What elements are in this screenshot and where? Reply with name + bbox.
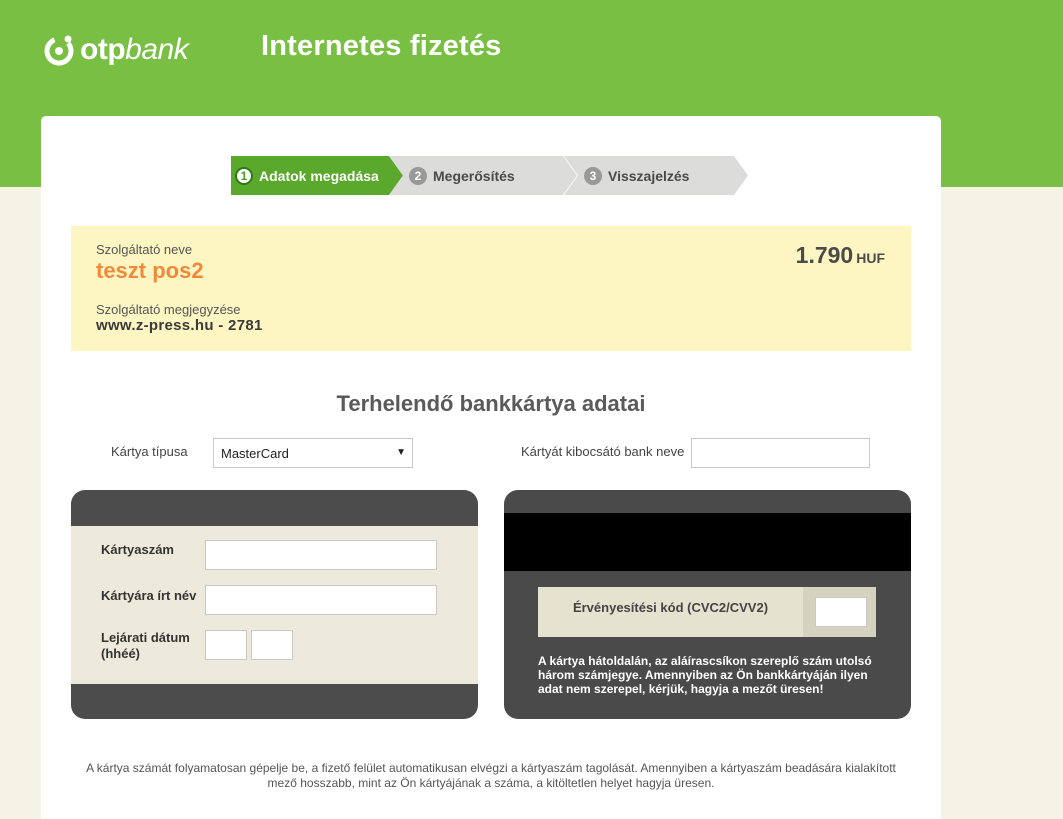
page-title: Internetes fizetés	[261, 30, 502, 62]
expiry-label: Lejárati dátum	[101, 630, 190, 645]
cvc-input[interactable]	[815, 597, 867, 627]
amount-currency: HUF	[856, 250, 885, 266]
card-front: Kártyaszám Kártyára írt név Lejárati dát…	[71, 490, 478, 719]
merchant-info-box: Szolgáltató neve teszt pos2 Szolgáltató …	[71, 226, 911, 351]
card-back: Érvényesítési kód (CVC2/CVV2) A kártya h…	[504, 490, 911, 719]
logo-text: otpbank	[80, 33, 189, 66]
step-feedback: 3 Visszajelzés	[564, 156, 748, 195]
amount-value: 1.790	[795, 242, 854, 268]
expiry-month-input[interactable]	[205, 630, 247, 660]
expiry-format-label: (hhéé)	[101, 646, 140, 661]
issuer-bank-input[interactable]	[691, 438, 870, 468]
payment-panel: 1 Adatok megadása 2 Megerősítés 3 Vissza…	[41, 116, 941, 819]
merchant-name: teszt pos2	[96, 258, 204, 283]
step-confirmation: 2 Megerősítés	[389, 156, 577, 195]
cvc-label: Érvényesítési kód (CVC2/CVV2)	[572, 600, 769, 615]
merchant-note-label: Szolgáltató megjegyzése	[96, 302, 241, 317]
cvc-box: Érvényesítési kód (CVC2/CVV2)	[538, 587, 876, 637]
step-number: 3	[584, 167, 602, 185]
otpbank-logo: otpbank	[42, 30, 189, 70]
dropdown-arrow-icon: ▼	[396, 447, 406, 458]
otp-logo-icon	[44, 35, 74, 66]
step-label: Megerősítés	[433, 167, 515, 184]
step-number: 1	[235, 167, 253, 185]
footer-note: A kártya számát folyamatosan gépelje be,…	[86, 761, 896, 790]
card-number-label: Kártyaszám	[101, 542, 174, 557]
card-type-value: MasterCard	[221, 445, 289, 461]
card-type-select[interactable]: MasterCard ▼	[213, 438, 413, 468]
cvc-help-text: A kártya hátoldalán, az aláírascsíkon sz…	[538, 654, 872, 696]
merchant-note: www.z-press.hu - 2781	[96, 317, 263, 334]
card-type-label: Kártya típusa	[111, 444, 188, 459]
name-on-card-input[interactable]	[205, 585, 437, 615]
merchant-name-label: Szolgáltató neve	[96, 242, 193, 257]
card-front-fields: Kártyaszám Kártyára írt név Lejárati dát…	[71, 526, 478, 684]
name-on-card-label: Kártyára írt név	[101, 588, 197, 603]
magnetic-stripe	[504, 513, 911, 571]
step-label: Adatok megadása	[259, 167, 379, 184]
payment-amount: 1.790 HUF	[796, 242, 885, 269]
step-number: 2	[409, 167, 427, 185]
issuer-bank-label: Kártyát kibocsátó bank neve	[521, 444, 685, 459]
expiry-year-input[interactable]	[251, 630, 293, 660]
card-number-input[interactable]	[205, 540, 437, 570]
card-section-title: Terhelendő bankkártya adatai	[336, 391, 646, 416]
progress-steps: 1 Adatok megadása 2 Megerősítés 3 Vissza…	[231, 156, 751, 195]
step-label: Visszajelzés	[608, 167, 690, 184]
cvc-field-area	[803, 587, 876, 637]
step-data-entry: 1 Adatok megadása	[231, 156, 403, 195]
